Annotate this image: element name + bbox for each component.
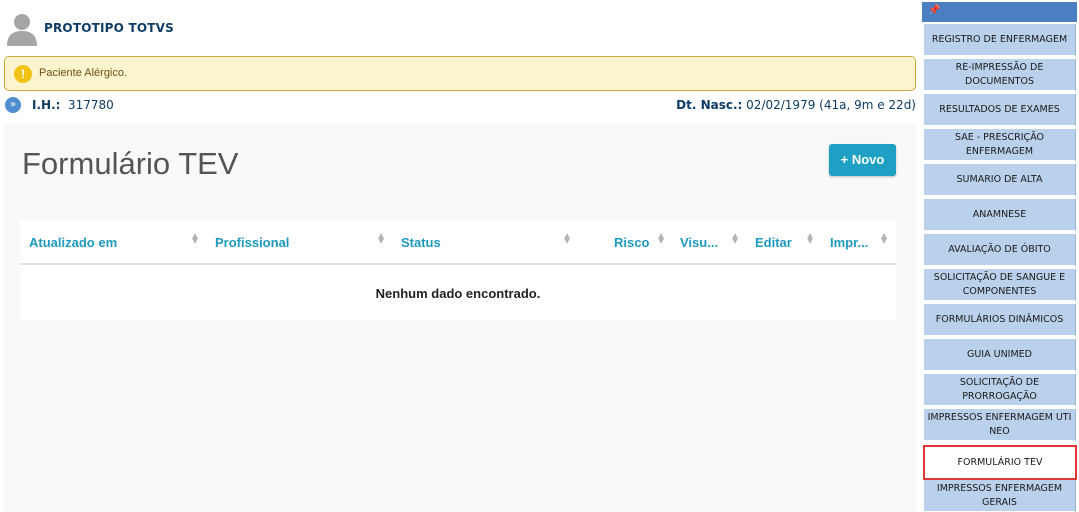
column-header-atualizado[interactable]: Atualizado em	[29, 235, 117, 250]
sidebar-item-solicitacao-de-prorrogacao[interactable]: SOLICITAÇÃO DE PRORROGAÇÃO	[924, 374, 1076, 407]
main-panel: Formulário TEV + Novo Atualizado em ▲ ▼ P…	[4, 124, 916, 512]
sidebar-item-formularios-dinamicos[interactable]: FORMULÁRIOS DINÂMICOS	[924, 304, 1076, 337]
exclamation-icon: !	[14, 65, 32, 83]
sort-icon[interactable]: ▲ ▼	[807, 232, 813, 245]
sidebar-item-sumario-de-alta[interactable]: SUMARIO DE ALTA	[924, 164, 1076, 197]
sidebar-item-anamnese[interactable]: ANAMNESE	[924, 199, 1076, 232]
birth-date-label: Dt. Nasc.:	[676, 98, 743, 112]
column-header-risco[interactable]: Risco	[614, 235, 649, 250]
allergy-alert: ! Paciente Alérgico.	[4, 56, 916, 91]
patient-name: PROTOTIPO TOTVS	[44, 21, 174, 35]
sort-icon[interactable]: ▲ ▼	[192, 232, 198, 245]
patient-info-row: » I.H.: 317780 Dt. Nasc.: 02/02/1979 (41…	[0, 96, 922, 116]
alert-text: Paciente Alérgico.	[39, 67, 128, 79]
sidebar-item-formulario-tev[interactable]: FORMULÁRIO TEV	[923, 445, 1077, 480]
column-header-editar[interactable]: Editar	[755, 235, 792, 250]
ih-label: I.H.:	[32, 98, 61, 112]
birth-date: Dt. Nasc.: 02/02/1979 (41a, 9m e 22d)	[676, 98, 916, 112]
sidebar-item-avaliacao-de-obito[interactable]: AVALIAÇÃO DE ÓBITO	[924, 234, 1076, 267]
user-avatar-icon	[7, 14, 37, 46]
sidebar-header: 📌	[922, 2, 1077, 22]
sidebar-item-registro-de-enfermagem[interactable]: REGISTRO DE ENFERMAGEM	[924, 24, 1076, 57]
data-table: Atualizado em ▲ ▼ Profissional ▲ ▼ Status …	[20, 220, 896, 320]
sidebar-item-guia-unimed[interactable]: GUIA UNIMED	[924, 339, 1076, 372]
sort-icon[interactable]: ▲ ▼	[658, 232, 664, 245]
sidebar-item-impressos-enfermagem-gerais[interactable]: IMPRESSOS ENFERMAGEM GERAIS	[924, 480, 1076, 512]
sort-icon[interactable]: ▲ ▼	[732, 232, 738, 245]
birth-date-value: 02/02/1979 (41a, 9m e 22d)	[746, 98, 916, 112]
column-header-profissional[interactable]: Profissional	[215, 235, 289, 250]
ih-value: 317780	[68, 98, 114, 112]
table-header: Atualizado em ▲ ▼ Profissional ▲ ▼ Status …	[20, 220, 896, 265]
new-button[interactable]: + Novo	[829, 144, 896, 176]
page-title: Formulário TEV	[22, 146, 239, 181]
sidebar-item-impressos-enfermagem-uti-neo[interactable]: IMPRESSOS ENFERMAGEM UTI NEO	[924, 409, 1076, 442]
sidebar-item-sae-prescricao-enfermagem[interactable]: SAE - PRESCRIÇÃO ENFERMAGEM	[924, 129, 1076, 162]
sidebar-item-re-impressao-de-documentos[interactable]: RE-IMPRESSÃO DE DOCUMENTOS	[924, 59, 1076, 92]
sidebar-item-resultados-de-exames[interactable]: RESULTADOS DE EXAMES	[924, 94, 1076, 127]
sidebar-item-solicitacao-de-sangue-e-componentes[interactable]: SOLICITAÇÃO DE SANGUE E COMPONENTES	[924, 269, 1076, 302]
empty-table-message: Nenhum dado encontrado.	[375, 286, 541, 301]
column-header-imprimir[interactable]: Impr...	[830, 235, 868, 250]
expand-chevron-icon[interactable]: »	[5, 97, 21, 113]
right-sidebar: 📌 REGISTRO DE ENFERMAGEM RE-IMPRESSÃO DE …	[922, 0, 1079, 512]
sort-icon[interactable]: ▲ ▼	[378, 232, 384, 245]
pin-icon[interactable]: 📌	[928, 5, 940, 16]
sort-icon[interactable]: ▲ ▼	[564, 232, 570, 245]
column-header-visualizar[interactable]: Visu...	[680, 235, 718, 250]
sort-icon[interactable]: ▲ ▼	[881, 232, 887, 245]
patient-header: PROTOTIPO TOTVS	[0, 0, 922, 56]
column-header-status[interactable]: Status	[401, 235, 441, 250]
